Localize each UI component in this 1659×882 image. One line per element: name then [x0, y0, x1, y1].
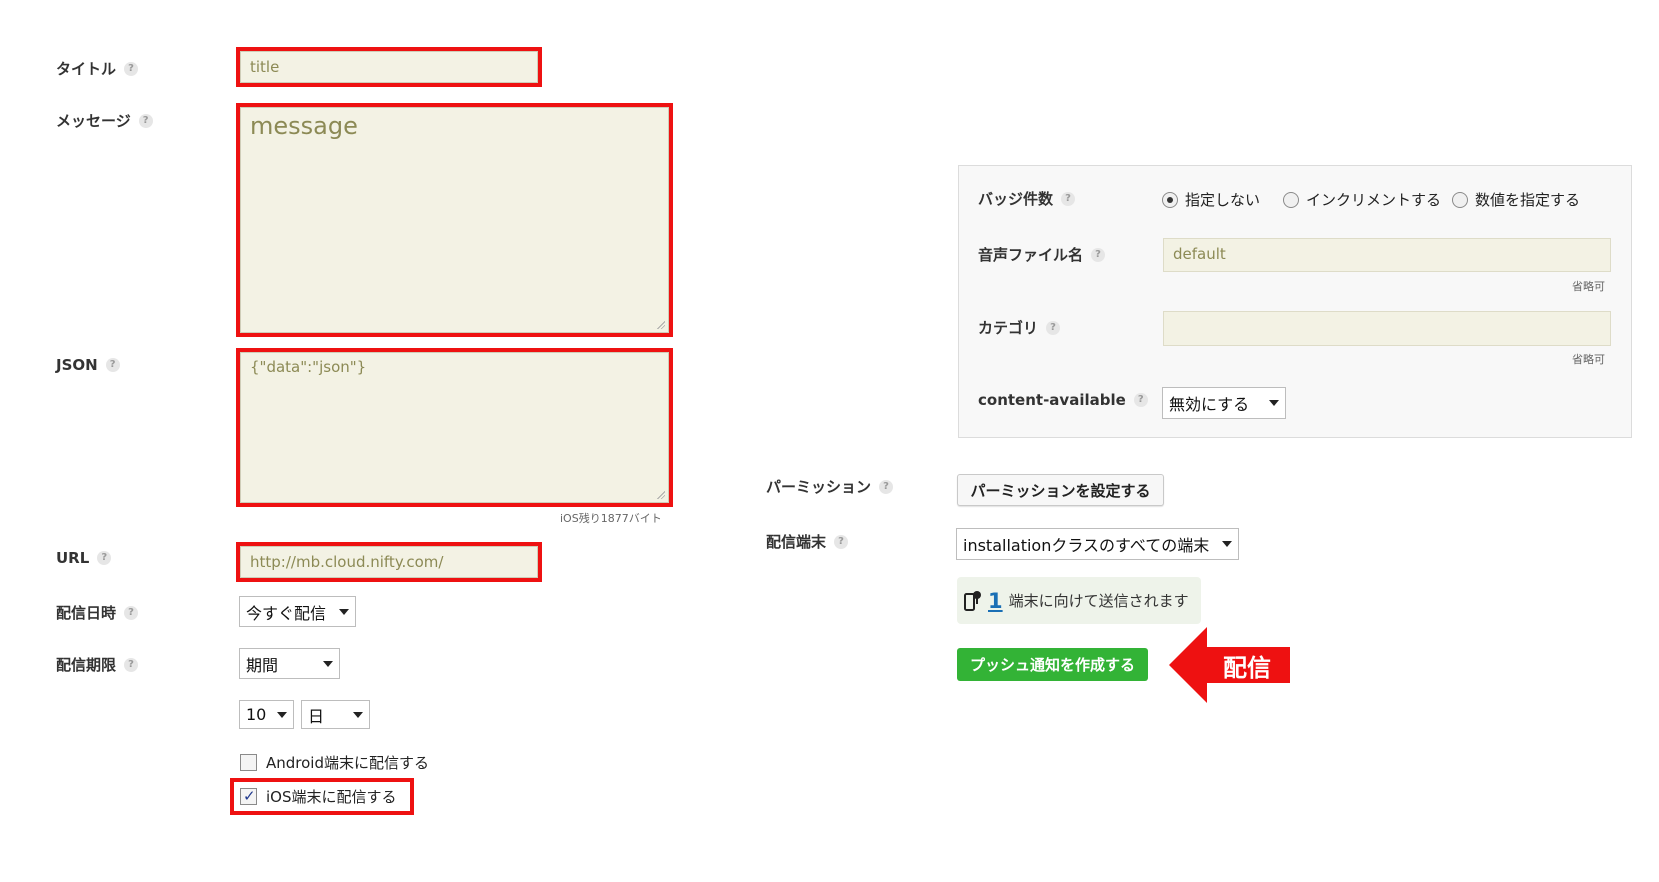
help-icon[interactable]: ? [834, 534, 849, 549]
delivery-time-label: 配信日時? [56, 602, 139, 623]
android-checkbox-row[interactable]: Android端末に配信する [240, 752, 429, 773]
help-icon[interactable]: ? [1091, 247, 1106, 262]
json-text: {"data":"json"} [250, 358, 367, 376]
url-label: URL? [56, 549, 112, 567]
help-icon[interactable]: ? [138, 113, 153, 128]
delivery-time-select[interactable]: 今すぐ配信 [239, 596, 356, 627]
resize-grip-icon[interactable] [656, 320, 665, 329]
chevron-down-icon [353, 711, 363, 718]
json-label: JSON? [56, 356, 120, 374]
help-icon[interactable]: ? [97, 551, 112, 565]
permission-label: パーミッション? [766, 476, 894, 497]
expiry-type-select[interactable]: 期間 [239, 648, 340, 679]
message-label: メッセージ? [56, 110, 153, 131]
chevron-down-icon [339, 608, 349, 615]
chevron-down-icon [323, 660, 333, 667]
resize-grip-icon[interactable] [656, 490, 665, 499]
sound-input[interactable]: default [1163, 238, 1611, 272]
help-icon[interactable]: ? [124, 657, 139, 672]
expiry-number-select[interactable]: 10 [239, 700, 294, 729]
url-input[interactable]: http://mb.cloud.nifty.com/ [240, 546, 538, 578]
set-permission-button[interactable]: パーミッションを設定する [957, 474, 1164, 506]
expiry-unit-select[interactable]: 日 [301, 700, 370, 729]
help-icon[interactable]: ? [124, 605, 139, 620]
category-label: カテゴリ? [978, 317, 1061, 338]
target-count-text: 端末に向けて送信されます [1008, 592, 1189, 610]
badge-option-none[interactable]: 指定しない [1162, 189, 1260, 210]
radio-button[interactable] [1162, 191, 1178, 208]
title-input[interactable]: title [240, 51, 538, 83]
help-icon[interactable]: ? [1046, 320, 1061, 335]
content-available-select[interactable]: 無効にする [1162, 387, 1286, 419]
json-remaining-bytes: iOS残り1877バイト [560, 512, 662, 525]
help-icon[interactable]: ? [124, 61, 139, 76]
ios-checkbox-row[interactable]: iOS端末に配信する [240, 786, 397, 807]
help-icon[interactable]: ? [1133, 393, 1148, 407]
radio-button[interactable] [1283, 191, 1299, 208]
callout-label: 配信 [1223, 653, 1271, 682]
help-icon[interactable]: ? [105, 358, 120, 372]
message-textarea[interactable]: message [240, 107, 669, 333]
help-icon[interactable]: ? [1061, 191, 1076, 206]
category-input[interactable] [1163, 311, 1611, 346]
chevron-down-icon [277, 711, 287, 718]
android-checkbox[interactable] [240, 754, 257, 771]
create-push-button[interactable]: プッシュ通知を作成する [957, 648, 1148, 681]
device-icon [964, 590, 981, 611]
title-label: タイトル? [56, 58, 139, 79]
target-select[interactable]: installationクラスのすべての端末 [956, 528, 1239, 560]
sound-optional-note: 省略可 [1572, 280, 1605, 293]
sound-label: 音声ファイル名? [978, 244, 1106, 265]
chevron-down-icon [1269, 400, 1279, 406]
target-count-link[interactable]: 1 [988, 589, 1003, 613]
badge-option-number[interactable]: 数値を指定する [1452, 189, 1580, 210]
target-count-box: 1 端末に向けて送信されます [957, 577, 1201, 624]
help-icon[interactable]: ? [879, 479, 894, 494]
chevron-down-icon [1222, 541, 1232, 547]
target-label: 配信端末? [766, 531, 849, 552]
badge-option-increment[interactable]: インクリメントする [1283, 189, 1441, 210]
category-optional-note: 省略可 [1572, 353, 1605, 366]
content-available-label: content-available? [978, 391, 1148, 409]
ios-checkbox[interactable] [240, 787, 257, 805]
badge-label: バッジ件数? [978, 188, 1076, 209]
radio-button[interactable] [1452, 191, 1468, 208]
json-textarea[interactable]: {"data":"json"} [240, 352, 669, 503]
expiry-label: 配信期限? [56, 654, 139, 675]
message-text: message [250, 112, 358, 140]
